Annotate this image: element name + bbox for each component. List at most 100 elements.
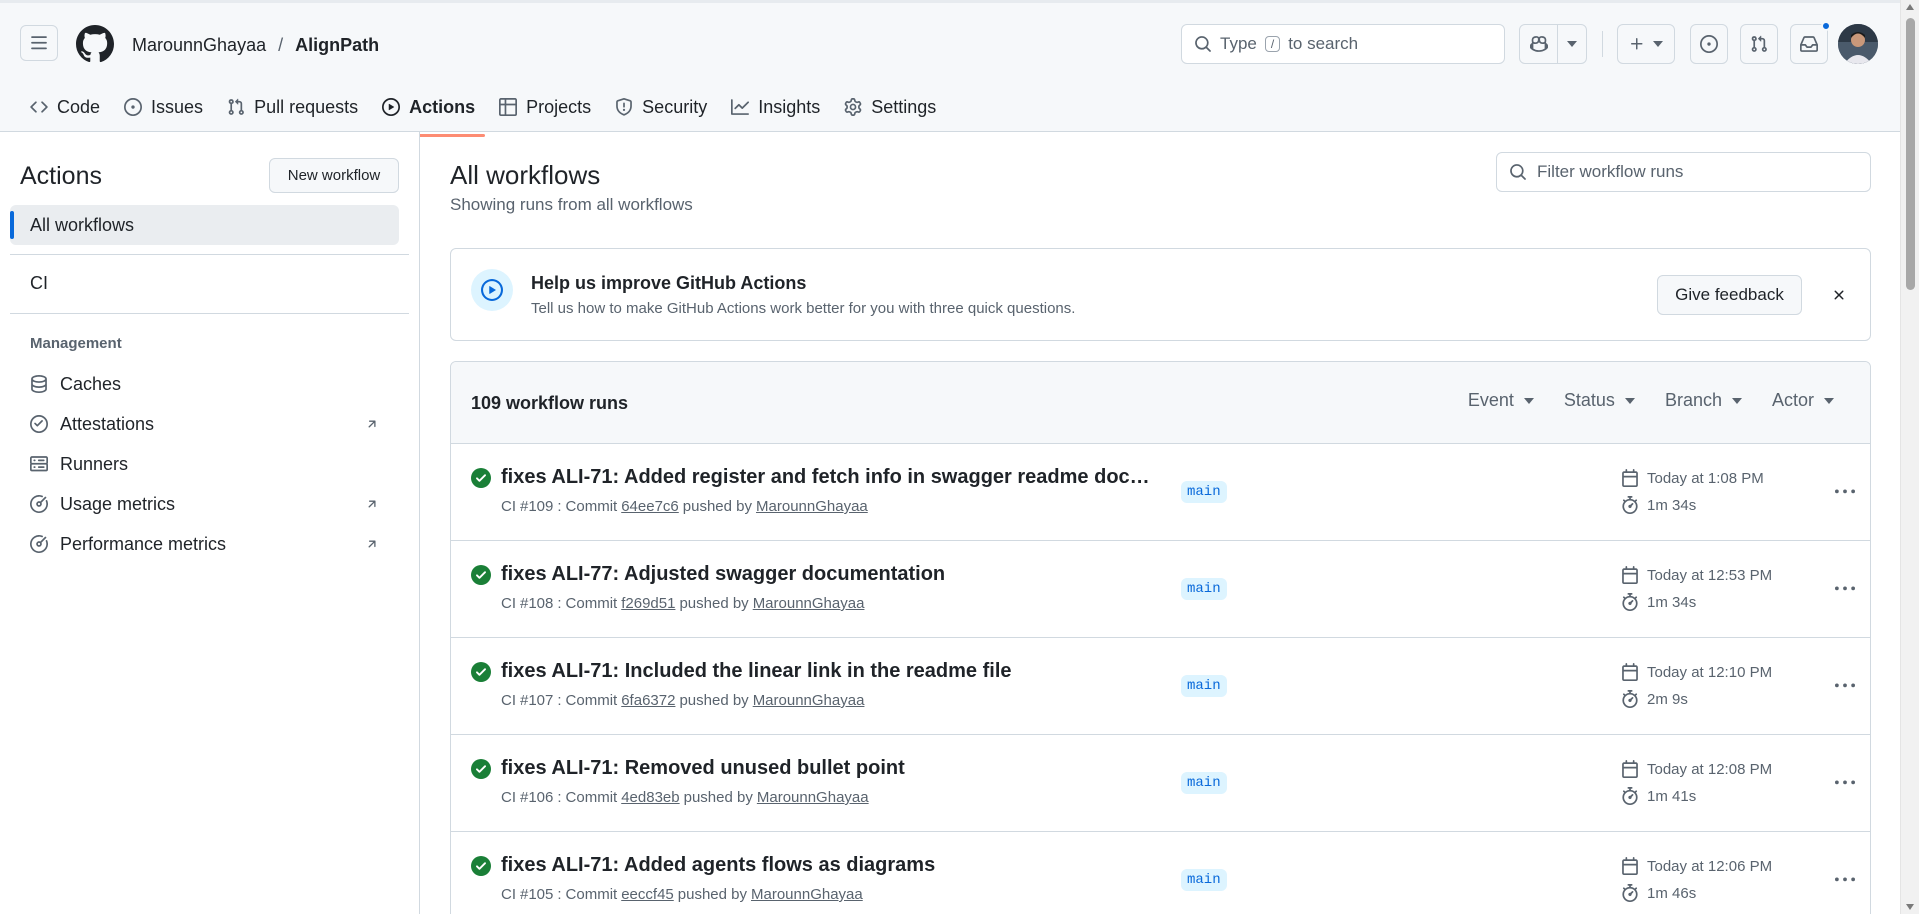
breadcrumb-separator: / xyxy=(278,35,284,55)
copilot-icon[interactable] xyxy=(1520,25,1557,63)
run-title-link[interactable]: fixes ALI-77: Adjusted swagger documenta… xyxy=(501,563,945,586)
sidebar-item-usage-metrics[interactable]: Usage metrics xyxy=(10,484,399,524)
table-row: fixes ALI-71: Added agents flows as diag… xyxy=(451,832,1870,914)
sidebar-item-performance-metrics[interactable]: Performance metrics xyxy=(10,524,399,564)
git-pull-request-icon xyxy=(1751,35,1767,52)
tab-projects[interactable]: Projects xyxy=(489,87,601,127)
check-circle-fill-icon xyxy=(471,759,491,779)
pushed-by-word: pushed by xyxy=(677,886,747,903)
commit-word: Commit xyxy=(565,692,618,709)
scrollbar-thumb[interactable] xyxy=(1906,18,1915,290)
database-icon xyxy=(31,375,47,393)
sidebar-item-label: CI xyxy=(30,272,48,293)
search-shortcut-key: / xyxy=(1264,36,1281,52)
new-workflow-button[interactable]: New workflow xyxy=(269,158,399,193)
run-actions-button[interactable] xyxy=(1829,573,1861,605)
triangle-down-icon xyxy=(1653,41,1663,47)
branch-tag[interactable]: main xyxy=(1181,772,1227,794)
filter-label: Event xyxy=(1467,390,1514,410)
meter-icon xyxy=(30,535,48,553)
actions-sidebar: Actions New workflow All workflows CI Ma… xyxy=(0,132,420,914)
run-duration: 1m 34s xyxy=(1621,496,1696,514)
actor-filter-dropdown[interactable]: Actor xyxy=(1772,390,1834,411)
sidebar-item-runners[interactable]: Runners xyxy=(10,444,399,484)
tab-pull-requests[interactable]: Pull requests xyxy=(217,87,368,127)
sidebar-divider xyxy=(10,254,409,255)
triangle-down-icon xyxy=(1567,41,1578,47)
copilot-dropdown-chevron[interactable] xyxy=(1558,25,1586,63)
status-filter-dropdown[interactable]: Status xyxy=(1564,390,1635,411)
global-search-input[interactable]: Type / to search xyxy=(1181,24,1505,64)
run-meta: CI #109: Commit 64ee7c6 pushed by MarounnGhay… xyxy=(501,498,868,515)
actor-link[interactable]: MarounnGhayaa xyxy=(756,498,868,515)
commit-link[interactable]: eeccf45 xyxy=(621,886,674,903)
sidebar-divider xyxy=(10,313,409,314)
actor-link[interactable]: MarounnGhayaa xyxy=(757,789,869,806)
actor-link[interactable]: MarounnGhayaa xyxy=(753,595,865,612)
run-duration-label: 1m 41s xyxy=(1647,787,1697,805)
tab-settings[interactable]: Settings xyxy=(834,87,946,127)
avatar[interactable] xyxy=(1838,24,1878,64)
page-scrollbar[interactable] xyxy=(1900,0,1919,914)
run-workflow: CI xyxy=(501,886,516,903)
tab-insights[interactable]: Insights xyxy=(721,87,830,127)
inbox-button[interactable] xyxy=(1790,21,1831,64)
menu-button[interactable] xyxy=(20,25,58,61)
run-time-label: Today at 12:06 PM xyxy=(1647,857,1773,875)
close-banner-button[interactable] xyxy=(1823,279,1855,311)
run-duration-label: 2m 9s xyxy=(1647,690,1688,708)
event-filter-dropdown[interactable]: Event xyxy=(1468,390,1534,411)
commit-link[interactable]: 6fa6372 xyxy=(621,692,675,709)
tab-code[interactable]: Code xyxy=(20,87,110,127)
link-external-icon xyxy=(368,420,376,428)
commit-link[interactable]: 4ed83eb xyxy=(621,789,679,806)
actor-link[interactable]: MarounnGhayaa xyxy=(751,886,863,903)
branch-tag[interactable]: main xyxy=(1181,869,1227,891)
filter-label: Status xyxy=(1563,390,1615,410)
branch-tag[interactable]: main xyxy=(1181,578,1227,600)
sidebar-item-ci[interactable]: CI xyxy=(10,263,399,303)
branch-filter-dropdown[interactable]: Branch xyxy=(1665,390,1742,411)
commit-link[interactable]: 64ee7c6 xyxy=(621,498,679,515)
sidebar-item-attestations[interactable]: Attestations xyxy=(10,404,399,444)
run-actions-button[interactable] xyxy=(1829,767,1861,799)
triangle-down-icon xyxy=(1824,397,1834,404)
repo-owner-link[interactable]: MarounnGhayaa xyxy=(132,33,266,57)
pull-requests-button[interactable] xyxy=(1740,24,1778,64)
run-meta: CI #108: Commit f269d51 pushed by MarounnGhay… xyxy=(501,595,865,612)
tab-security[interactable]: Security xyxy=(605,87,717,127)
commit-link[interactable]: f269d51 xyxy=(621,595,675,612)
give-feedback-button[interactable]: Give feedback xyxy=(1657,275,1802,315)
unread-notification-dot xyxy=(1821,21,1831,31)
tab-issues[interactable]: Issues xyxy=(114,87,213,127)
run-actions-button[interactable] xyxy=(1829,864,1861,896)
run-title-link[interactable]: fixes ALI-71: Removed unused bullet poin… xyxy=(501,757,905,780)
scroll-down-arrow-icon[interactable] xyxy=(1906,904,1914,910)
scroll-up-arrow-icon[interactable] xyxy=(1906,4,1914,10)
issues-button[interactable] xyxy=(1690,24,1728,64)
issue-opened-icon xyxy=(1700,35,1718,53)
run-title-link[interactable]: fixes ALI-71: Added agents flows as diag… xyxy=(501,854,935,877)
copilot-button[interactable] xyxy=(1519,24,1587,64)
meter-icon xyxy=(30,495,48,513)
run-duration: 1m 34s xyxy=(1621,593,1696,611)
sidebar-item-caches[interactable]: Caches xyxy=(10,364,399,404)
filter-workflow-runs-input[interactable]: Filter workflow runs xyxy=(1496,152,1871,192)
run-actions-button[interactable] xyxy=(1829,670,1861,702)
github-logo-icon[interactable] xyxy=(76,25,114,63)
branch-tag[interactable]: main xyxy=(1181,675,1227,697)
actor-link[interactable]: MarounnGhayaa xyxy=(753,692,865,709)
kebab-horizontal-icon xyxy=(1835,489,1855,494)
run-title-link[interactable]: fixes ALI-71: Added register and fetch i… xyxy=(501,466,1151,489)
branch-tag[interactable]: main xyxy=(1181,481,1227,503)
create-new-button[interactable] xyxy=(1617,24,1675,64)
runs-filters: Event Status Branch Actor xyxy=(1468,390,1834,411)
sidebar-item-label: Runners xyxy=(60,453,129,474)
tab-actions[interactable]: Actions xyxy=(372,87,486,137)
sidebar-item-all-workflows[interactable]: All workflows xyxy=(10,205,399,245)
run-actions-button[interactable] xyxy=(1829,476,1861,508)
banner-description: Tell us how to make GitHub Actions work … xyxy=(531,300,1076,317)
filter-placeholder: Filter workflow runs xyxy=(1537,162,1684,181)
repo-name-link[interactable]: AlignPath xyxy=(295,33,379,57)
run-title-link[interactable]: fixes ALI-71: Included the linear link i… xyxy=(501,660,1012,683)
